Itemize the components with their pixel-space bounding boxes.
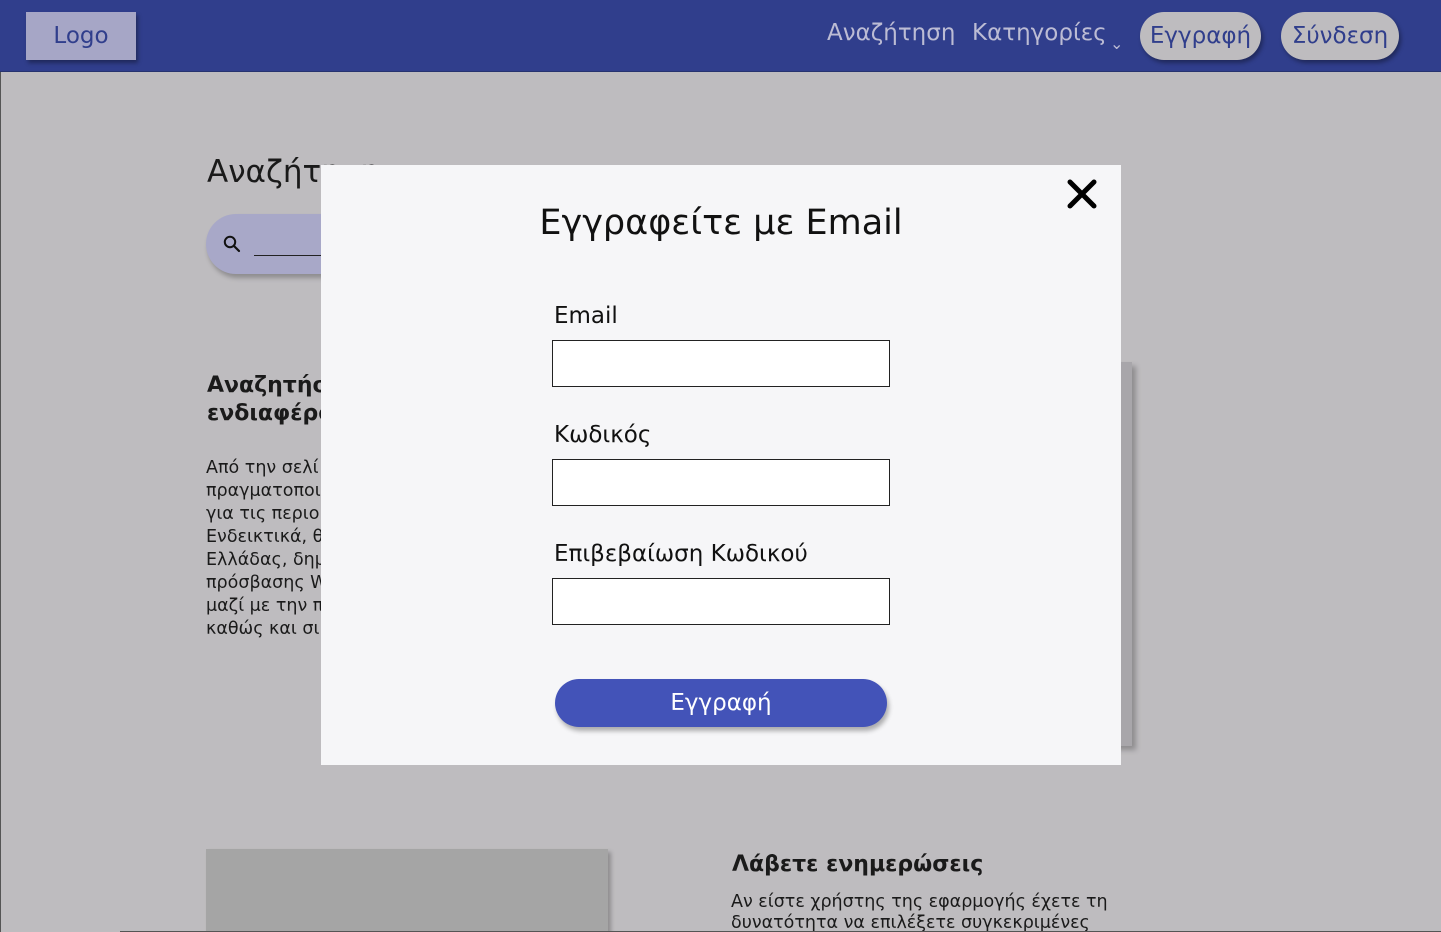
paragraph-line: Ενδεικτικά, θ bbox=[206, 527, 324, 547]
confirm-password-label: Επιβεβαίωση Κωδικού bbox=[554, 541, 808, 567]
paragraph-line: πραγματοποι bbox=[206, 481, 321, 501]
paragraph-line: Από την σελί bbox=[206, 458, 319, 478]
submit-register-button[interactable]: Εγγραφή bbox=[555, 679, 887, 727]
paragraph-line: καθώς και σι bbox=[206, 619, 320, 639]
updates-heading: Λάβετε ενημερώσεις bbox=[732, 852, 984, 877]
nav-link-categories[interactable]: Κατηγορίες bbox=[972, 20, 1107, 46]
confirm-password-field[interactable] bbox=[552, 578, 890, 625]
top-navbar: Logo Αναζήτηση Κατηγορίες ⌄ Εγγραφή Σύνδ… bbox=[0, 0, 1441, 72]
register-button[interactable]: Εγγραφή bbox=[1140, 12, 1261, 60]
updates-paragraph: Αν είστε χρήστης της εφαρμογής έχετε τη … bbox=[731, 892, 1108, 932]
section-paragraph: Από την σελί πραγματοποι για τις περιο Ε… bbox=[206, 457, 327, 641]
paragraph-line: για τις περιο bbox=[206, 504, 320, 524]
password-label: Κωδικός bbox=[554, 422, 652, 448]
modal-title: Εγγραφείτε με Email bbox=[539, 203, 903, 243]
paragraph-line: δυνατότητα να επιλέξετε συγκεκριμένες bbox=[731, 913, 1090, 932]
search-icon bbox=[223, 235, 241, 253]
divider bbox=[0, 72, 1, 932]
paragraph-line: μαζί με την π bbox=[206, 596, 324, 616]
email-label: Email bbox=[554, 303, 618, 329]
paragraph-line: Αν είστε χρήστης της εφαρμογής έχετε τη bbox=[731, 892, 1108, 912]
paragraph-line: πρόσβασης W bbox=[206, 573, 328, 593]
email-field[interactable] bbox=[552, 340, 890, 387]
image-placeholder bbox=[206, 849, 608, 932]
paragraph-line: Ελλάδας, δημ bbox=[206, 550, 326, 570]
logo-button[interactable]: Logo bbox=[26, 12, 136, 60]
password-field[interactable] bbox=[552, 459, 890, 506]
chevron-down-icon[interactable]: ⌄ bbox=[1110, 36, 1123, 52]
login-button[interactable]: Σύνδεση bbox=[1281, 12, 1399, 60]
nav-link-search[interactable]: Αναζήτηση bbox=[827, 20, 955, 46]
